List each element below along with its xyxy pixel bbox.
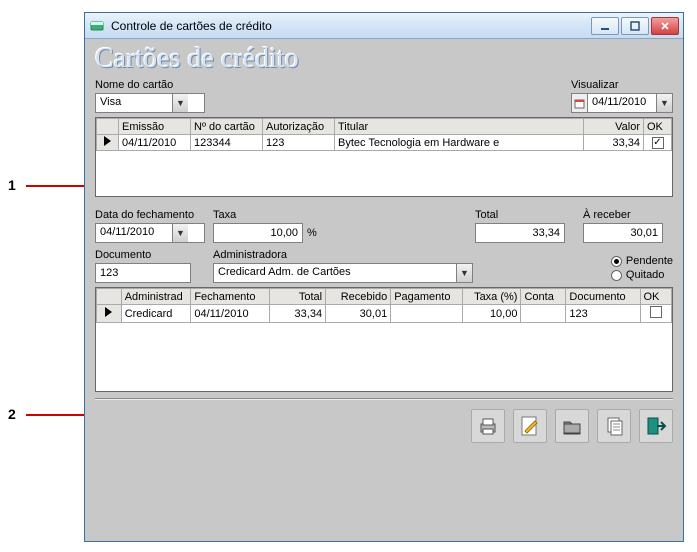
table-header: Administrad Fechamento Total Recebido Pa… xyxy=(97,289,672,305)
chevron-down-icon: ▼ xyxy=(656,94,672,112)
documents-button[interactable] xyxy=(597,409,631,443)
calendar-icon xyxy=(572,94,588,112)
separator xyxy=(95,398,673,399)
nome-cartao-value: Visa xyxy=(96,94,172,112)
total-input[interactable] xyxy=(475,223,565,243)
taxa-unit: % xyxy=(307,227,317,239)
titlebar[interactable]: Controle de cartões de crédito xyxy=(85,13,683,39)
nome-cartao-label: Nome do cartão xyxy=(95,79,205,91)
receber-label: À receber xyxy=(583,209,673,221)
documents-icon xyxy=(603,415,625,437)
toolbar xyxy=(95,409,673,443)
table-header: Emissão Nº do cartão Autorização Titular… xyxy=(97,119,672,135)
status-quitado-radio[interactable]: Quitado xyxy=(611,269,673,281)
printer-icon xyxy=(477,415,499,437)
print-button[interactable] xyxy=(471,409,505,443)
administradora-combo[interactable]: Credicard Adm. de Cartões ▼ xyxy=(213,263,473,283)
documento-label: Documento xyxy=(95,249,205,261)
edit-button[interactable] xyxy=(513,409,547,443)
row-indicator-icon xyxy=(97,135,119,151)
ok-checkbox[interactable]: ✓ xyxy=(652,137,664,149)
visualizar-label: Visualizar xyxy=(571,79,673,91)
fechamento-datepicker[interactable]: 04/11/2010 ▼ xyxy=(95,223,205,243)
ok-checkbox[interactable] xyxy=(650,306,662,318)
chevron-down-icon: ▼ xyxy=(456,264,472,282)
annotation-2: 2 xyxy=(8,406,16,422)
transactions-grid[interactable]: Emissão Nº do cartão Autorização Titular… xyxy=(95,117,673,197)
window: Controle de cartões de crédito Cartões d… xyxy=(84,12,684,542)
table-row[interactable]: 04/11/2010 123344 123 Bytec Tecnologia e… xyxy=(97,135,672,151)
visualizar-value: 04/11/2010 xyxy=(588,94,656,112)
minimize-button[interactable] xyxy=(591,17,619,35)
row-indicator-icon xyxy=(97,305,122,323)
taxa-input[interactable] xyxy=(213,223,303,243)
total-label: Total xyxy=(475,209,575,221)
nome-cartao-combo[interactable]: Visa ▼ xyxy=(95,93,205,113)
close-button[interactable] xyxy=(651,17,679,35)
documento-input[interactable] xyxy=(95,263,191,283)
status-pendente-radio[interactable]: Pendente xyxy=(611,255,673,267)
payments-grid[interactable]: Administrad Fechamento Total Recebido Pa… xyxy=(95,287,673,392)
chevron-down-icon: ▼ xyxy=(172,224,188,242)
pencil-icon xyxy=(519,415,541,437)
chevron-down-icon: ▼ xyxy=(172,94,188,112)
exit-icon xyxy=(645,415,667,437)
administradora-label: Administradora xyxy=(213,249,603,261)
radio-icon xyxy=(611,270,622,281)
fechamento-label: Data do fechamento xyxy=(95,209,205,221)
taxa-label: Taxa xyxy=(213,209,343,221)
receber-input[interactable] xyxy=(583,223,663,243)
annotation-1: 1 xyxy=(8,177,16,193)
table-row[interactable]: Credicard 04/11/2010 33,34 30,01 10,00 1… xyxy=(97,305,672,323)
page-title: Cartões de crédito xyxy=(95,45,673,73)
window-title: Controle de cartões de crédito xyxy=(111,19,591,33)
folder-icon xyxy=(561,415,583,437)
folder-button[interactable] xyxy=(555,409,589,443)
exit-button[interactable] xyxy=(639,409,673,443)
radio-icon xyxy=(611,256,622,267)
visualizar-datepicker[interactable]: 04/11/2010 ▼ xyxy=(571,93,673,113)
app-icon xyxy=(89,18,105,34)
maximize-button[interactable] xyxy=(621,17,649,35)
